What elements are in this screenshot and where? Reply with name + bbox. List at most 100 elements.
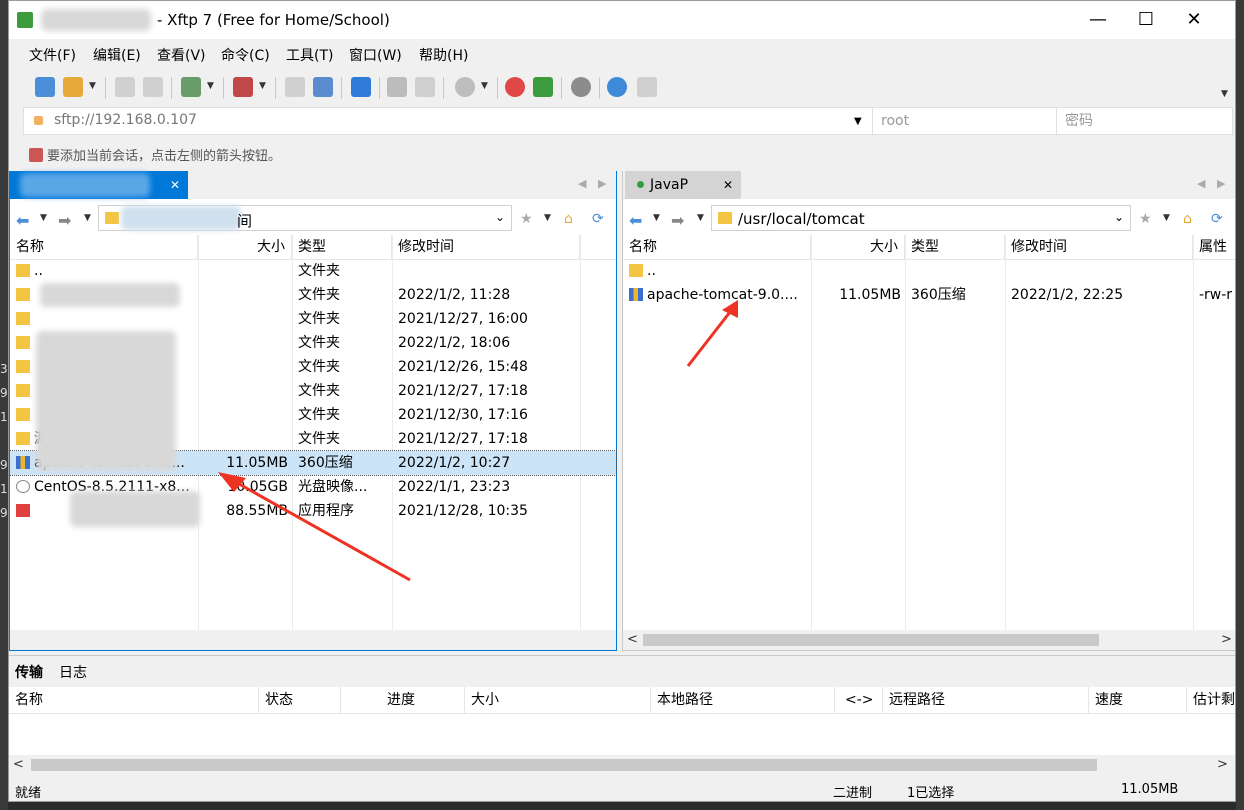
gear-icon[interactable] [571,77,591,97]
menu-command[interactable]: 命令(C) [221,45,270,65]
toolbar-overflow-icon[interactable]: ▼ [1221,89,1228,99]
back-dropdown-icon[interactable]: ▼ [40,213,47,223]
col-attributes[interactable]: 属性 [1193,235,1235,259]
sync-dropdown-icon[interactable]: ▼ [207,81,214,91]
tcol-size[interactable]: 大小 [465,687,651,713]
xshell-icon[interactable] [505,77,525,97]
menu-tools[interactable]: 工具(T) [286,45,333,65]
tcol-local-path[interactable]: 本地路径 [651,687,835,713]
col-name[interactable]: 名称 [623,235,811,259]
home-icon[interactable]: ⌂ [1183,211,1192,227]
open-folder-icon[interactable] [63,77,83,97]
status-icon[interactable] [455,77,475,97]
forward-icon[interactable]: ➡ [58,211,71,230]
table-row[interactable]: apache-tomcat-9.0.... 11.05MB 360压缩 2022/1/… [623,283,1235,307]
status-dropdown-icon[interactable]: ▼ [481,81,488,91]
tcol-eta[interactable]: 估计剩 [1187,687,1235,713]
bookmark-star-icon[interactable]: ★ [1139,211,1152,227]
open-dropdown-icon[interactable]: ▼ [89,81,96,91]
file-type: 文件夹 [298,407,340,423]
download-icon[interactable] [313,77,333,97]
maximize-button[interactable]: ☐ [1123,1,1169,39]
menu-help[interactable]: 帮助(H) [419,45,468,65]
tcol-remote-path[interactable]: 远程路径 [883,687,1089,713]
new-session-icon[interactable] [35,77,55,97]
local-path-input[interactable]: 间 ⌄ [98,205,512,231]
forward-icon[interactable]: ➡ [671,211,684,230]
tcol-status[interactable]: 状态 [259,687,341,713]
tab-transfer[interactable]: 传输 [15,662,43,682]
connect-icon[interactable] [115,77,135,97]
tab-remote-close-icon[interactable]: ✕ [723,171,733,199]
home-icon[interactable]: ⌂ [564,211,573,227]
path-dropdown-icon[interactable]: ⌄ [1114,210,1124,224]
password-field[interactable]: 密码 [1056,108,1234,134]
transfer-dropdown-icon[interactable]: ▼ [259,81,266,91]
menu-window[interactable]: 窗口(W) [349,45,402,65]
swap-direction-icon[interactable] [351,77,371,97]
tcol-speed[interactable]: 速度 [1089,687,1187,713]
back-icon[interactable]: ⬅ [16,211,29,230]
tab-left-icon[interactable]: ◀ [1197,177,1205,190]
col-modified[interactable]: 修改时间 [392,235,580,259]
minimize-button[interactable]: — [1075,1,1121,39]
upload-icon[interactable] [285,77,305,97]
col-type[interactable]: 类型 [905,235,1005,259]
remote-path-input[interactable]: /usr/local/tomcat ⌄ [711,205,1131,231]
table-row[interactable]: .. 文件夹 [10,259,616,283]
tcol-direction[interactable]: <-> [835,687,883,713]
tab-local-close-icon[interactable]: ✕ [170,171,180,199]
scroll-right-icon[interactable]: > [1217,757,1228,772]
sync-icon[interactable] [181,77,201,97]
address-bar[interactable]: sftp://192.168.0.107 ▼ root 密码 [23,107,1233,135]
menu-edit[interactable]: 编辑(E) [93,45,141,65]
tcol-name[interactable]: 名称 [9,687,259,713]
menu-file[interactable]: 文件(F) [29,45,76,65]
refresh-icon[interactable]: ⟳ [1211,211,1223,227]
col-name[interactable]: 名称 [10,235,198,259]
back-icon[interactable]: ⬅ [629,211,642,230]
address-input[interactable]: sftp://192.168.0.107 [54,112,197,128]
local-hscroll[interactable] [10,630,616,650]
username-field[interactable]: root [872,108,1056,134]
forward-dropdown-icon[interactable]: ▼ [697,213,704,223]
tab-right-icon[interactable]: ▶ [1217,177,1225,190]
bookmark-dropdown-icon[interactable]: ▼ [544,213,551,223]
close-button[interactable]: ✕ [1171,1,1217,39]
tab-left-icon[interactable]: ◀ [578,177,586,190]
xftp-green-icon[interactable] [533,77,553,97]
help-icon[interactable] [607,77,627,97]
tab-log[interactable]: 日志 [59,662,87,682]
transfer-hscroll[interactable]: < > [9,755,1235,775]
tab-remote-javap[interactable]: JavaP ✕ [625,171,741,199]
path-dropdown-icon[interactable]: ⌄ [495,210,505,224]
scroll-thumb[interactable] [31,759,1097,771]
scroll-left-icon[interactable]: < [627,632,638,647]
bookmark-star-icon[interactable]: ★ [520,211,533,227]
bookmark-dropdown-icon[interactable]: ▼ [1163,213,1170,223]
col-type[interactable]: 类型 [292,235,392,259]
chat-icon[interactable] [637,77,657,97]
transfer-icon[interactable] [233,77,253,97]
col-size[interactable]: 大小 [198,235,292,259]
remote-hscroll[interactable]: < > [623,630,1235,650]
disconnect-icon[interactable] [143,77,163,97]
refresh-icon[interactable]: ⟳ [592,211,604,227]
menu-view[interactable]: 查看(V) [157,45,206,65]
tab-local[interactable]: ✕ [10,171,188,199]
table-row[interactable]: 文件夹 2021/12/27, 16:00 [10,307,616,331]
table-row[interactable]: .. [623,259,1235,283]
forward-dropdown-icon[interactable]: ▼ [84,213,91,223]
tab-right-icon[interactable]: ▶ [598,177,606,190]
back-dropdown-icon[interactable]: ▼ [653,213,660,223]
col-modified[interactable]: 修改时间 [1005,235,1193,259]
file-size [198,283,288,307]
paste-icon[interactable] [415,77,435,97]
col-size[interactable]: 大小 [811,235,905,259]
scroll-right-icon[interactable]: > [1221,632,1232,647]
address-dropdown-icon[interactable]: ▼ [854,116,862,127]
copy-icon[interactable] [387,77,407,97]
scroll-left-icon[interactable]: < [13,757,24,772]
scroll-thumb[interactable] [643,634,1099,646]
tcol-progress[interactable]: 进度 [341,687,465,713]
